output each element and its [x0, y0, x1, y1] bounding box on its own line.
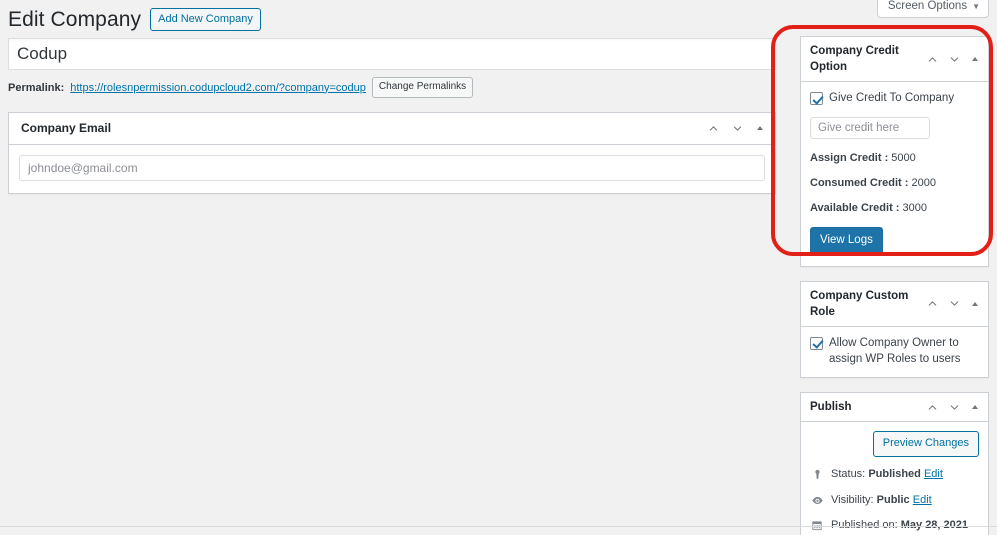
caret-down-icon[interactable] — [731, 122, 744, 135]
sidebar-column: Company Credit Option Give Credit To Com… — [800, 36, 989, 535]
screen-options-button[interactable]: Screen Options ▼ — [876, 0, 989, 18]
caret-up-icon[interactable] — [926, 297, 939, 310]
give-credit-checkbox-row[interactable]: Give Credit To Company — [810, 91, 979, 107]
screen-options-label: Screen Options — [887, 0, 968, 12]
available-credit-stat: Available Credit : 3000 — [810, 202, 979, 214]
assign-credit-stat: Assign Credit : 5000 — [810, 152, 979, 164]
company-email-metabox: Company Email — [8, 112, 776, 194]
give-credit-checkbox[interactable] — [810, 92, 823, 106]
metabox-controls — [926, 297, 980, 310]
caret-up-icon[interactable] — [707, 122, 720, 135]
wordpress-admin-screen: Screen Options ▼ Edit Company Add New Co… — [0, 0, 997, 535]
pin-icon — [810, 468, 824, 481]
caret-up-icon[interactable] — [926, 53, 939, 66]
company-email-metabox-header[interactable]: Company Email — [9, 113, 775, 145]
company-email-title: Company Email — [21, 121, 112, 135]
view-logs-button[interactable]: View Logs — [810, 226, 883, 254]
company-credit-option-metabox: Company Credit Option Give Credit To Com… — [800, 36, 989, 267]
consumed-credit-value: 2000 — [911, 176, 936, 189]
assign-credit-value: 5000 — [891, 151, 916, 164]
visibility-text: Visibility: Public Edit — [831, 493, 979, 509]
company-credit-option-body: Give Credit To Company Assign Credit : 5… — [801, 82, 988, 266]
toggle-panel-icon[interactable] — [755, 123, 765, 133]
main-content-column: Permalink: https://rolesnpermission.codu… — [8, 38, 776, 208]
page-header: Edit Company Add New Company — [8, 6, 261, 33]
company-email-metabox-body — [9, 145, 775, 193]
permalink-row: Permalink: https://rolesnpermission.codu… — [8, 77, 776, 98]
available-credit-label: Available Credit : — [810, 201, 900, 214]
give-credit-checkbox-label: Give Credit To Company — [829, 92, 955, 105]
footer-divider — [0, 526, 997, 527]
permalink-url-link[interactable]: https://rolesnpermission.codupcloud2.com… — [70, 82, 366, 94]
assign-credit-label: Assign Credit : — [810, 151, 889, 164]
permalink-label: Permalink: — [8, 81, 65, 94]
publish-body: Preview Changes Status: Published Edit V… — [801, 422, 988, 535]
caret-down-icon: ▼ — [972, 1, 980, 11]
status-text: Status: Published Edit — [831, 467, 979, 483]
visibility-edit-link[interactable]: Edit — [913, 494, 932, 506]
post-title-input[interactable] — [8, 38, 776, 70]
status-label: Status: — [831, 467, 866, 480]
preview-changes-button[interactable]: Preview Changes — [872, 431, 979, 457]
allow-owner-assign-roles-row[interactable]: Allow Company Owner to assign WP Roles t… — [810, 336, 979, 367]
publish-title: Publish — [810, 401, 852, 414]
preview-row: Preview Changes — [810, 431, 979, 457]
toggle-panel-icon[interactable] — [970, 402, 980, 412]
eye-icon — [810, 494, 824, 507]
publish-details: Preview Changes Status: Published Edit V… — [801, 422, 988, 535]
allow-owner-assign-roles-label: Allow Company Owner to assign WP Roles t… — [829, 336, 961, 365]
caret-down-icon[interactable] — [948, 297, 961, 310]
company-credit-option-title: Company Credit Option — [810, 45, 899, 74]
give-credit-input[interactable] — [810, 116, 930, 139]
caret-down-icon[interactable] — [948, 53, 961, 66]
company-credit-option-header[interactable]: Company Credit Option — [801, 37, 988, 83]
toggle-panel-icon[interactable] — [970, 54, 980, 64]
caret-down-icon[interactable] — [948, 401, 961, 414]
consumed-credit-stat: Consumed Credit : 2000 — [810, 177, 979, 189]
visibility-label: Visibility: — [831, 493, 874, 506]
visibility-value: Public — [876, 493, 910, 506]
status-value: Published — [868, 467, 921, 480]
publish-metabox: Publish Preview Changes Status: Publishe… — [800, 392, 989, 535]
toggle-panel-icon[interactable] — [970, 299, 980, 309]
page-title: Edit Company — [8, 8, 142, 31]
company-custom-role-header[interactable]: Company Custom Role — [801, 282, 988, 327]
company-custom-role-metabox: Company Custom Role Allow Company Owner … — [800, 280, 989, 379]
available-credit-value: 3000 — [902, 201, 927, 214]
consumed-credit-label: Consumed Credit : — [810, 176, 909, 189]
metabox-controls — [926, 401, 980, 414]
company-custom-role-body: Allow Company Owner to assign WP Roles t… — [801, 327, 988, 377]
add-new-company-button[interactable]: Add New Company — [150, 7, 261, 32]
metabox-controls — [707, 122, 765, 135]
company-custom-role-title: Company Custom Role — [810, 289, 909, 318]
company-email-input[interactable] — [19, 154, 765, 181]
allow-owner-assign-roles-checkbox[interactable] — [810, 336, 823, 350]
publish-header[interactable]: Publish — [801, 393, 988, 423]
visibility-row: Visibility: Public Edit — [810, 493, 979, 509]
metabox-controls — [926, 53, 980, 66]
change-permalinks-button[interactable]: Change Permalinks — [371, 77, 474, 98]
status-row: Status: Published Edit — [810, 467, 979, 483]
status-edit-link[interactable]: Edit — [924, 468, 943, 480]
caret-up-icon[interactable] — [926, 401, 939, 414]
